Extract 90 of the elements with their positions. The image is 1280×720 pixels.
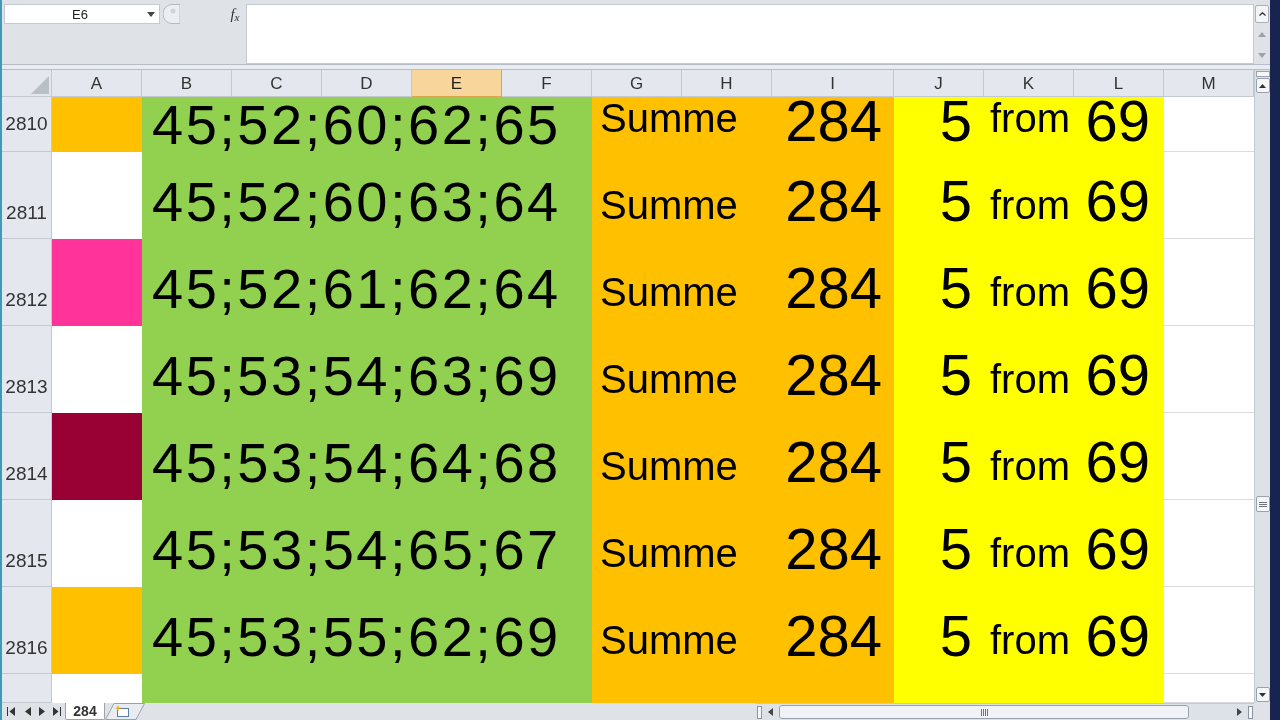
column-header[interactable]: D xyxy=(322,70,412,97)
row-header[interactable]: 2813 xyxy=(2,326,52,413)
sum-label: Summe xyxy=(600,190,738,220)
sum-label: Summe xyxy=(600,277,738,307)
scrollbar-thumb[interactable] xyxy=(779,705,1189,719)
row-header[interactable]: 2812 xyxy=(2,239,52,326)
sum-value: 284 xyxy=(785,267,882,309)
sum-label: Summe xyxy=(600,451,738,481)
sum-value: 284 xyxy=(785,441,882,483)
sum-value: 284 xyxy=(785,615,882,657)
count-value: 5 xyxy=(939,180,972,222)
sum-label: Summe xyxy=(600,538,738,568)
insert-sheet-icon[interactable] xyxy=(105,703,145,720)
max-value: 69 xyxy=(1085,267,1150,309)
column-header[interactable]: K xyxy=(984,70,1074,97)
max-value: 69 xyxy=(1085,615,1150,657)
split-handle[interactable] xyxy=(757,705,762,719)
column-header[interactable]: F xyxy=(502,70,592,97)
scrollbar-thumb[interactable] xyxy=(1255,496,1270,512)
row-header[interactable]: 2810 xyxy=(2,97,52,152)
sheet-tab[interactable]: 284 xyxy=(65,703,105,720)
split-handle[interactable] xyxy=(1248,705,1253,719)
column-header[interactable]: H xyxy=(682,70,772,97)
row-header[interactable]: 2811 xyxy=(2,152,52,239)
name-box[interactable]: E6 xyxy=(4,4,160,24)
from-label: from xyxy=(990,277,1070,307)
skip-back-icon[interactable] xyxy=(7,707,15,716)
sum-value: 284 xyxy=(785,180,882,222)
count-value: 5 xyxy=(939,354,972,396)
number-sequence: 45;52;60;63;64 xyxy=(152,174,561,230)
triangle-left-icon[interactable] xyxy=(25,707,31,716)
number-sequence: 45;52;61;62;64 xyxy=(152,261,561,317)
max-value: 69 xyxy=(1085,100,1150,142)
number-sequence: 45;53;54;65;67 xyxy=(152,522,561,578)
horizontal-scrollbar[interactable] xyxy=(755,703,1254,720)
from-label: from xyxy=(990,103,1070,133)
count-value: 5 xyxy=(939,441,972,483)
caret-icon[interactable] xyxy=(147,11,155,17)
corner-triangle-icon xyxy=(31,76,49,94)
scroll-up-button[interactable] xyxy=(1255,78,1270,93)
from-label: from xyxy=(990,538,1070,568)
column-header[interactable]: B xyxy=(142,70,232,97)
count-value: 5 xyxy=(939,528,972,570)
max-value: 69 xyxy=(1085,354,1150,396)
number-sequence: 45;52;60;62;65 xyxy=(152,97,561,152)
row-header[interactable]: 2815 xyxy=(2,500,52,587)
row-header[interactable]: 2816 xyxy=(2,587,52,674)
vertical-scrollbar[interactable] xyxy=(1254,70,1270,703)
count-value: 5 xyxy=(939,267,972,309)
number-sequence: 45;53;55;62;69 xyxy=(152,609,561,665)
scroll-down-button[interactable] xyxy=(1255,687,1270,702)
chevron-up-icon xyxy=(1258,12,1266,16)
count-value: 5 xyxy=(939,615,972,657)
column-header[interactable]: I xyxy=(772,70,894,97)
triangle-down-icon xyxy=(1259,692,1266,697)
triangle-right-icon[interactable] xyxy=(39,707,45,716)
count-value: 5 xyxy=(939,100,972,142)
max-value: 69 xyxy=(1085,528,1150,570)
column-header[interactable]: A xyxy=(52,70,142,97)
from-label: from xyxy=(990,451,1070,481)
max-value: 69 xyxy=(1085,180,1150,222)
column-header[interactable]: C xyxy=(232,70,322,97)
formula-input[interactable] xyxy=(246,4,1254,64)
sum-value: 284 xyxy=(785,354,882,396)
column-header[interactable]: M xyxy=(1164,70,1254,97)
collapse-button[interactable] xyxy=(1255,5,1269,23)
from-label: from xyxy=(990,190,1070,220)
sum-label: Summe xyxy=(600,103,738,133)
sum-value: 284 xyxy=(785,528,882,570)
triangle-right-icon[interactable] xyxy=(1237,708,1242,716)
row-header[interactable]: 2814 xyxy=(2,413,52,500)
column-header[interactable]: J xyxy=(894,70,984,97)
from-label: from xyxy=(990,625,1070,655)
skip-forward-icon[interactable] xyxy=(53,707,61,716)
grip-icon xyxy=(1258,501,1267,507)
sum-label: Summe xyxy=(600,625,738,655)
handle-icon xyxy=(163,4,180,24)
sum-label: Summe xyxy=(600,364,738,394)
column-header[interactable]: E xyxy=(412,70,502,97)
column-header[interactable]: L xyxy=(1074,70,1164,97)
from-label: from xyxy=(990,364,1070,394)
grip-icon xyxy=(980,708,988,716)
triangle-left-icon[interactable] xyxy=(768,708,773,716)
number-sequence: 45;53;54;63;69 xyxy=(152,348,561,404)
max-value: 69 xyxy=(1085,441,1150,483)
triangle-up-icon xyxy=(1259,83,1266,88)
sum-value: 284 xyxy=(785,100,882,142)
number-sequence: 45;53;54;64;68 xyxy=(152,435,561,491)
insert-function-button[interactable]: f$_{x}$ xyxy=(226,4,244,24)
column-header[interactable]: G xyxy=(592,70,682,97)
